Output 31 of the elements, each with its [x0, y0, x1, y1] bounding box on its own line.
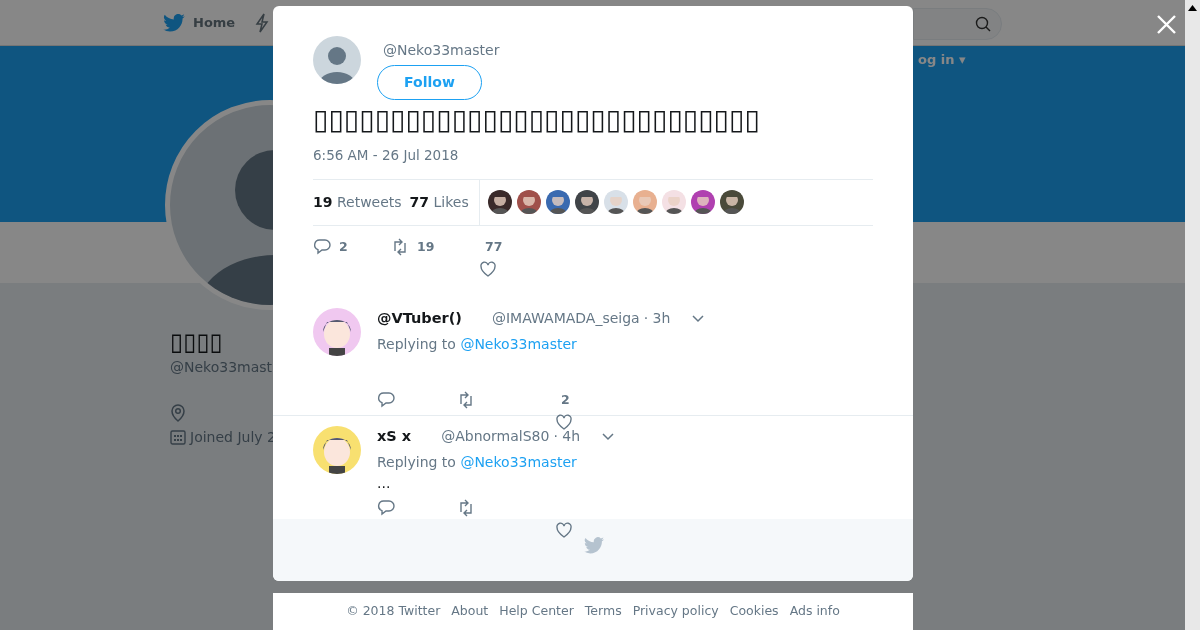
mention-link[interactable]: @Neko33master	[460, 453, 577, 470]
reply-author-handle[interactable]: @IMAWAMADA_seiga	[491, 308, 640, 330]
replying-to-line: Replying to @Neko33master	[377, 452, 578, 472]
reply-time[interactable]: · 4h	[553, 426, 581, 448]
reply-text: ...	[377, 473, 392, 493]
copyright-text: © 2018 Twitter	[346, 602, 441, 621]
replying-to-line: Replying to @Neko33master	[377, 334, 578, 354]
footer-link[interactable]: About	[451, 602, 489, 621]
home-link[interactable]: Home	[193, 12, 236, 33]
reply-author-name[interactable]: xS x	[377, 425, 412, 448]
tweet-timestamp[interactable]: 6:56 AM - 26 Jul 2018	[313, 144, 873, 165]
stat-link[interactable]: 77 Likes	[409, 191, 469, 213]
footer-link[interactable]: Privacy policy	[632, 602, 719, 621]
tweet-text: ▯▯▯▯▯▯▯▯▯▯▯▯▯▯▯▯▯▯▯▯▯▯▯▯▯▯▯▯▯	[313, 103, 760, 137]
like-count: 77	[485, 237, 503, 256]
reply-author-handle[interactable]: @AbnormalS80	[441, 426, 550, 448]
mention-link[interactable]: @Neko33master	[460, 335, 577, 352]
retweet-count: 19	[417, 237, 435, 256]
reply-author-name[interactable]: @VTuber()	[377, 307, 462, 330]
footer-link[interactable]: Terms	[584, 602, 622, 621]
reply-count: 2	[339, 237, 348, 256]
profile-handle: @Neko33mast	[170, 357, 274, 377]
footer-link[interactable]: Cookies	[729, 602, 779, 621]
stat-link[interactable]: 19 Retweets	[313, 191, 402, 213]
follow-button[interactable]: Follow	[377, 65, 482, 100]
footer-link[interactable]: Ads info	[789, 602, 840, 621]
author-handle[interactable]: @Neko33master	[383, 40, 500, 61]
like-count: 2	[561, 390, 570, 409]
profile-name: ▯▯▯▯	[170, 328, 223, 357]
footer-link[interactable]: Help Center	[499, 602, 574, 621]
reply-time[interactable]: · 3h	[643, 308, 671, 330]
